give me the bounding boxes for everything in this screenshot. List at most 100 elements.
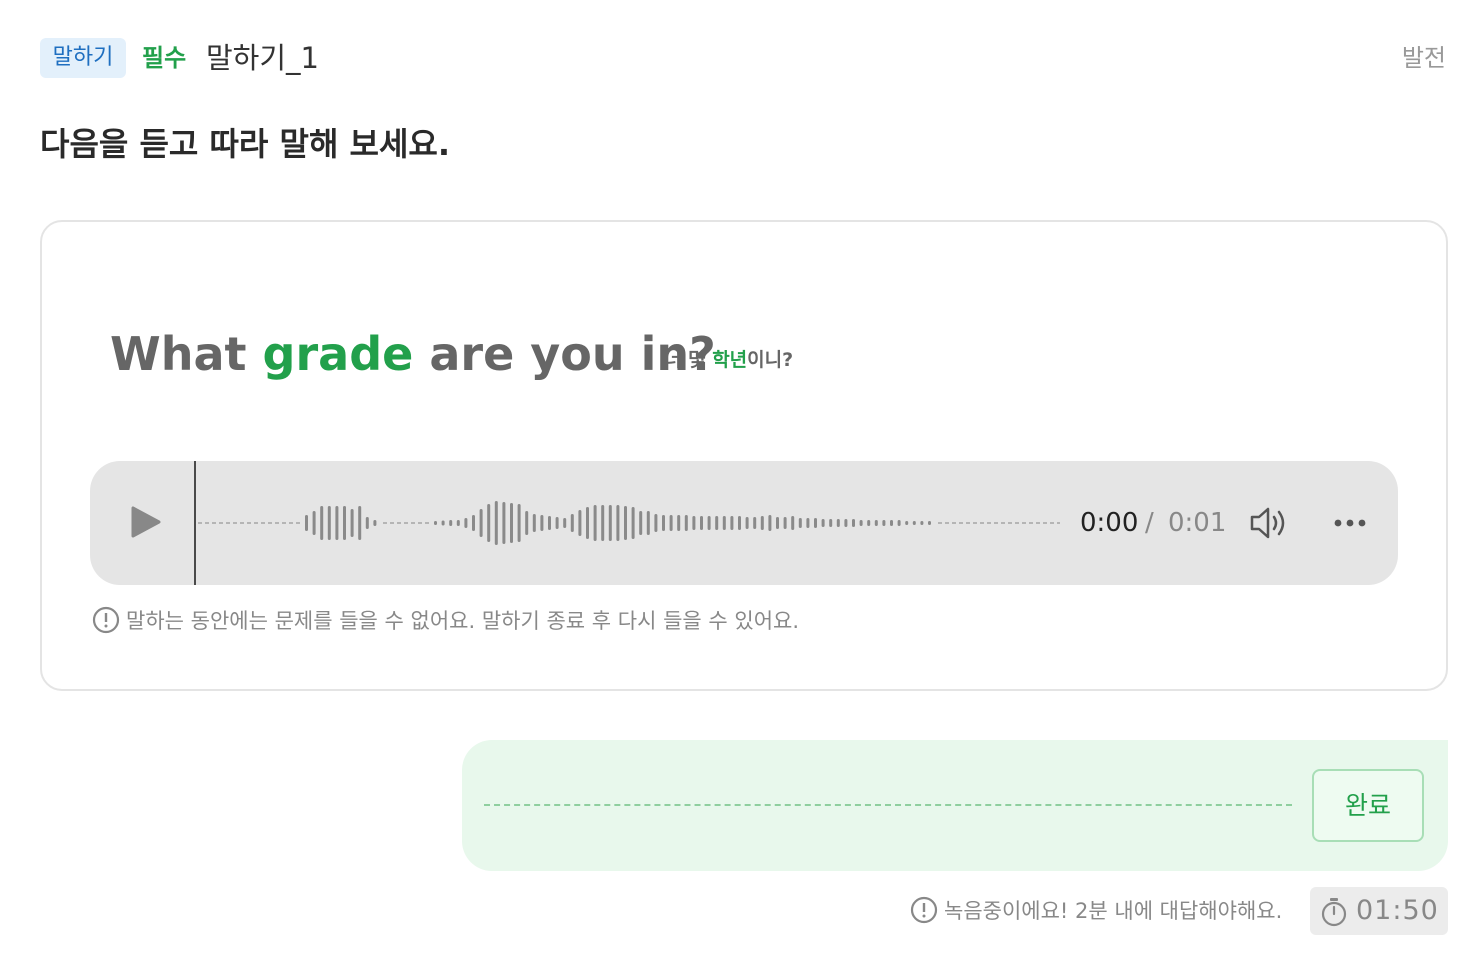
waveform-bar xyxy=(350,509,354,537)
waveform-bar xyxy=(494,501,498,545)
waveform-bar xyxy=(365,517,369,529)
waveform-bar xyxy=(540,515,544,531)
question-title: 말하기_1 xyxy=(206,41,319,75)
waveform-bar xyxy=(646,511,650,535)
waveform-bar xyxy=(791,516,795,530)
waveform-bar xyxy=(700,516,703,530)
waveform-bar xyxy=(662,515,665,531)
waveform-bar xyxy=(928,521,931,525)
waveform-bar xyxy=(479,509,483,537)
category-badge: 말하기 xyxy=(40,38,126,78)
waveform-bar xyxy=(692,516,696,530)
waveform-bar xyxy=(814,518,817,528)
info-circle-icon xyxy=(910,896,938,924)
waveform-bar xyxy=(920,521,924,525)
waveform-bar xyxy=(312,511,316,535)
waveform-bar xyxy=(624,506,627,540)
more-horizontal-icon xyxy=(1334,519,1366,527)
play-icon xyxy=(131,506,161,538)
waveform-bar xyxy=(768,515,772,531)
sentence-part: What xyxy=(110,327,263,381)
waveform-bar xyxy=(555,517,559,529)
waveform-bar xyxy=(320,506,324,540)
waveform-bar xyxy=(373,520,377,526)
level-label: 발전 xyxy=(1401,44,1446,72)
waveform-bar xyxy=(631,507,635,539)
waveform-bar xyxy=(882,520,886,526)
waveform-bar xyxy=(654,514,658,532)
waveform-bar xyxy=(806,518,810,528)
waveform-bar xyxy=(593,505,597,541)
waveform-bar xyxy=(677,515,681,531)
timer-remaining: 01:50 xyxy=(1356,895,1439,926)
waveform-bar xyxy=(753,517,757,529)
waveform-bar xyxy=(532,514,536,532)
waveform-bar xyxy=(829,519,833,527)
waveform-bar xyxy=(305,515,308,531)
waveform-bar xyxy=(525,511,529,535)
waveform-bar xyxy=(738,516,741,530)
current-time: 0:00 xyxy=(1080,508,1139,538)
waveform-bar xyxy=(836,519,840,527)
listen-notice-text: 말하는 동안에는 문제를 들을 수 없어요. 말하기 종료 후 다시 들을 수 … xyxy=(126,609,800,633)
waveform-bar xyxy=(434,521,437,525)
waveform-bar xyxy=(639,511,643,535)
audio-waveform[interactable] xyxy=(198,495,1064,551)
waveform-bar xyxy=(616,505,620,541)
more-options-button[interactable] xyxy=(1330,508,1370,538)
recording-line xyxy=(484,804,1292,806)
waveform-bar xyxy=(707,516,711,530)
waveform-bar xyxy=(472,515,475,531)
waveform-bar xyxy=(517,504,521,542)
waveform-bar xyxy=(510,503,513,543)
prompt-sentence: What grade are you in? xyxy=(110,320,716,388)
waveform-bar xyxy=(335,506,339,540)
waveform-bar xyxy=(441,520,445,526)
waveform-bar xyxy=(798,518,802,528)
info-circle-icon xyxy=(92,606,120,634)
recording-notice-text: 녹음중이에요! 2분 내에 대답해야해요. xyxy=(944,899,1283,923)
waveform-bar xyxy=(684,515,688,531)
waveform-bar xyxy=(722,516,726,530)
waveform-bar xyxy=(745,517,749,529)
waveform-bar xyxy=(608,505,612,541)
waveform-bar xyxy=(358,506,362,540)
waveform-bar xyxy=(897,520,901,526)
volume-icon xyxy=(1250,507,1285,539)
waveform-bar xyxy=(456,520,460,526)
translation-part: 너 몇 xyxy=(664,349,713,371)
waveform-bar xyxy=(586,507,589,539)
waveform-bar xyxy=(912,521,916,525)
waveform-bar xyxy=(821,519,825,527)
stopwatch-icon xyxy=(1321,898,1347,927)
sentence-highlight: grade xyxy=(262,327,414,381)
instruction-heading: 다음을 듣고 따라 말해 보세요. xyxy=(40,125,450,163)
waveform-bar xyxy=(464,518,468,528)
waveform-bar xyxy=(760,516,764,530)
waveform-bar xyxy=(570,514,574,532)
waveform-bar xyxy=(852,519,855,527)
waveform-bar xyxy=(343,506,346,540)
waveform-bar xyxy=(548,516,551,530)
waveform-bar xyxy=(449,520,453,526)
waveform-bar xyxy=(874,520,878,526)
recording-notice: 녹음중이에요! 2분 내에 대답해야해요. xyxy=(910,894,1282,928)
playhead[interactable] xyxy=(194,461,196,585)
waveform-bar xyxy=(859,520,863,526)
waveform-bar xyxy=(327,506,331,540)
translation-part: 이니? xyxy=(747,349,794,371)
waveform-bar xyxy=(783,517,787,529)
waveform-bar xyxy=(487,504,491,542)
waveform-bar xyxy=(730,516,734,530)
total-time: 0:01 xyxy=(1168,508,1227,538)
waveform-bar xyxy=(776,517,779,529)
play-button[interactable] xyxy=(128,500,172,544)
waveform-bar xyxy=(867,520,871,526)
waveform-bar xyxy=(890,520,893,526)
waveform-bar xyxy=(601,505,605,541)
waveform-bar xyxy=(669,515,673,531)
done-button[interactable]: 완료 xyxy=(1312,769,1424,842)
waveform-bar xyxy=(715,516,719,530)
volume-button[interactable] xyxy=(1248,503,1292,543)
waveform-bar xyxy=(844,519,848,527)
